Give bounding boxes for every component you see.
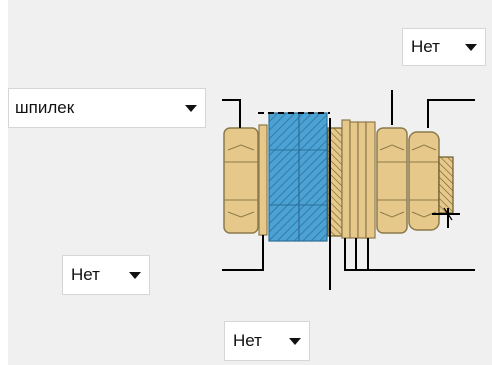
bottom-center-select[interactable]: Нет [224,321,310,361]
lock-nut [408,131,440,231]
clamped-plates [268,112,328,242]
right-nut [376,127,408,234]
chevron-down-icon [185,104,197,112]
bottom-center-select-value: Нет [233,331,262,350]
chevron-down-icon [465,43,477,51]
chevron-down-icon [289,337,301,345]
top-right-select[interactable]: Нет [402,28,486,66]
left-washer [258,124,268,236]
bottom-left-select-value: Нет [71,265,100,284]
stud-end [438,156,454,214]
bottom-left-select[interactable]: Нет [62,255,150,295]
right-washers [341,119,376,239]
top-right-select-value: Нет [411,37,440,56]
stud-type-select[interactable]: шпилек [8,88,206,128]
stud-type-select-value: шпилек [15,98,75,117]
chevron-down-icon [129,271,141,279]
left-nut [223,127,259,234]
